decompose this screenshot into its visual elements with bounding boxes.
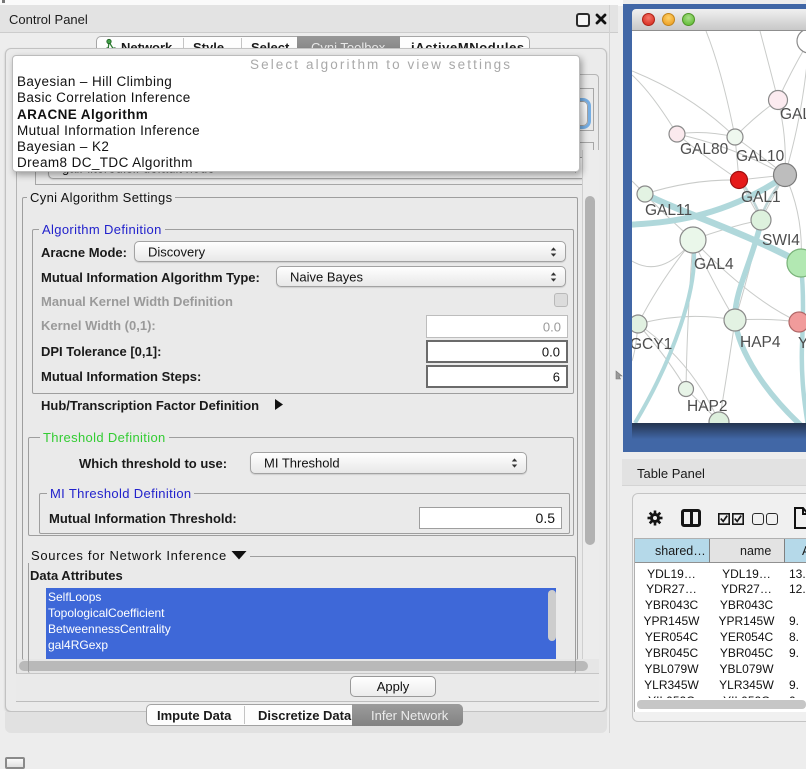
svg-text:GAL80: GAL80 <box>680 141 729 158</box>
svg-text:GAL1: GAL1 <box>741 189 781 206</box>
svg-text:GCY1: GCY1 <box>632 336 672 353</box>
svg-text:HAP2: HAP2 <box>687 398 728 415</box>
svg-text:HAP4: HAP4 <box>740 334 781 351</box>
svg-text:SWI4: SWI4 <box>762 232 800 249</box>
svg-text:GAL10: GAL10 <box>736 148 785 165</box>
svg-text:Y: Y <box>798 335 806 352</box>
svg-text:GAL4: GAL4 <box>694 256 734 273</box>
svg-text:GAL2: GAL2 <box>780 106 806 123</box>
svg-text:GAL11: GAL11 <box>645 202 692 219</box>
